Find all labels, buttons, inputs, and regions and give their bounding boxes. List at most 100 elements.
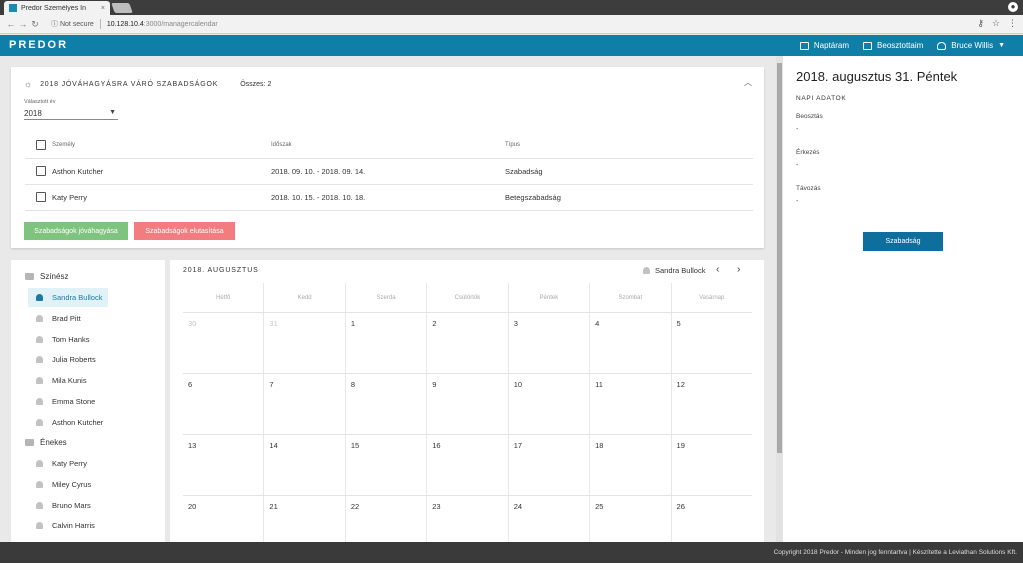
main-scrollbar[interactable] xyxy=(776,56,783,542)
logo[interactable]: PREDOR xyxy=(9,39,68,51)
cell-person: Asthon Kutcher xyxy=(52,158,271,185)
tab-close-icon[interactable]: × xyxy=(101,5,105,12)
calendar-week: 13 14 15 16 17 18 19 xyxy=(183,435,752,496)
day-cell[interactable]: 5 xyxy=(672,313,752,373)
day-cell[interactable]: 30 xyxy=(183,313,265,373)
nav-my-calendar[interactable]: Naptáram xyxy=(799,41,849,50)
day-cell[interactable]: 23 xyxy=(427,496,509,542)
org-chart-icon xyxy=(863,41,873,50)
day-cell[interactable]: 18 xyxy=(590,435,672,495)
chevron-up-icon[interactable]: ︿ xyxy=(744,77,752,88)
day-cell[interactable]: 21 xyxy=(264,496,346,542)
year-select-label: Választott év xyxy=(24,99,56,105)
person-icon xyxy=(36,315,43,322)
day-cell[interactable]: 1 xyxy=(346,313,428,373)
member-item[interactable]: Miley Cyrus xyxy=(28,475,108,494)
person-icon xyxy=(36,398,43,405)
field-value: - xyxy=(796,162,799,169)
member-item[interactable]: Mila Kunis xyxy=(28,371,108,390)
field-value: - xyxy=(796,126,799,133)
new-tab-button[interactable] xyxy=(111,3,133,13)
day-cell[interactable]: 31 xyxy=(264,313,346,373)
calendar-week: 30 31 1 2 3 4 5 xyxy=(183,313,752,374)
day-cell[interactable]: 3 xyxy=(509,313,591,373)
reject-leaves-button[interactable]: Szabadságok elutasítása xyxy=(134,222,235,240)
day-cell[interactable]: 10 xyxy=(509,374,591,434)
day-cell[interactable]: 8 xyxy=(346,374,428,434)
browser-tab-bar: Predor Személyes In × ● xyxy=(0,0,1023,15)
reload-icon[interactable]: ↻ xyxy=(29,19,41,30)
day-cell[interactable]: 17 xyxy=(509,435,591,495)
pending-table: Személy Időszak Típus Asthon Kutcher 201… xyxy=(25,133,753,211)
nav-subordinates[interactable]: Beosztottaim xyxy=(863,41,923,50)
day-cell[interactable]: 6 xyxy=(183,374,265,434)
column-header: Személy xyxy=(52,133,271,159)
column-header: Időszak xyxy=(271,133,505,159)
scrollbar-thumb[interactable] xyxy=(777,63,782,453)
member-item[interactable]: Tom Hanks xyxy=(28,330,108,349)
day-cell[interactable]: 16 xyxy=(427,435,509,495)
back-icon[interactable]: ← xyxy=(5,19,17,29)
total-count: Összes: 2 xyxy=(240,80,272,88)
day-cell[interactable]: 9 xyxy=(427,374,509,434)
day-cell[interactable]: 2 xyxy=(427,313,509,373)
member-item[interactable]: Calvin Harris xyxy=(28,516,108,535)
header-nav: Naptáram Beosztottaim Bruce Willis ▼ xyxy=(799,35,1005,56)
select-all-checkbox[interactable] xyxy=(36,140,46,151)
member-item[interactable]: Brad Pitt xyxy=(28,309,108,328)
day-cell[interactable]: 25 xyxy=(590,496,672,542)
day-cell[interactable]: 13 xyxy=(183,435,265,495)
month-calendar: 2018. AUGUSZTUS Sandra Bullock ‹ › Hétfő… xyxy=(170,260,764,542)
key-icon[interactable]: ⚷ xyxy=(977,18,984,29)
profile-icon[interactable]: ● xyxy=(1008,2,1018,12)
member-item[interactable]: Asthon Kutcher xyxy=(28,413,108,432)
address-actions: ⚷ ☆ ⋮ xyxy=(977,18,1017,29)
next-month-button[interactable]: › xyxy=(737,264,740,275)
day-cell[interactable]: 24 xyxy=(509,496,591,542)
day-cell[interactable]: 7 xyxy=(264,374,346,434)
day-cell[interactable]: 4 xyxy=(590,313,672,373)
group-actors[interactable]: Színész xyxy=(25,272,68,281)
day-cell[interactable]: 22 xyxy=(346,496,428,542)
row-checkbox[interactable] xyxy=(36,192,46,202)
day-cell[interactable]: 14 xyxy=(264,435,346,495)
approve-leaves-button[interactable]: Szabadságok jóváhagyása xyxy=(24,222,128,240)
request-leave-button[interactable]: Szabadság xyxy=(863,232,943,251)
day-cell[interactable]: 26 xyxy=(672,496,752,542)
url-field[interactable]: 10.128.10.4:3000/managercalendar xyxy=(107,21,218,28)
day-details-panel: 2018. augusztus 31. Péntek NAPI ADATOK B… xyxy=(783,56,1023,542)
star-icon[interactable]: ☆ xyxy=(992,18,1000,29)
weekday-label: Vasárnap xyxy=(699,295,725,301)
day-cell[interactable]: 12 xyxy=(672,374,752,434)
cell-period: 2018. 10. 15. - 2018. 10. 18. xyxy=(271,184,505,211)
browser-tab[interactable]: Predor Személyes In × xyxy=(4,1,110,15)
row-checkbox[interactable] xyxy=(36,166,46,176)
member-item[interactable]: Bruno Mars xyxy=(28,496,108,515)
member-item[interactable]: Katy Perry xyxy=(28,454,108,473)
cell-type: Betegszabadság xyxy=(505,184,753,211)
cell-period: 2018. 09. 10. - 2018. 09. 14. xyxy=(271,158,505,185)
person-icon xyxy=(36,419,43,426)
menu-icon[interactable]: ⋮ xyxy=(1008,18,1017,29)
user-menu[interactable]: Bruce Willis ▼ xyxy=(937,41,1005,50)
field-label: Távozás xyxy=(796,185,821,192)
selected-date: 2018. augusztus 31. Péntek xyxy=(796,69,958,84)
day-cell[interactable]: 11 xyxy=(590,374,672,434)
member-item[interactable]: Julia Roberts xyxy=(28,350,108,369)
card-title: ☼ 2018 JÓVÁHAGYÁSRA VÁRÓ SZABADSÁGOK Öss… xyxy=(24,79,272,89)
field-label: Érkezés xyxy=(796,149,820,156)
day-cell[interactable]: 19 xyxy=(672,435,752,495)
day-cell[interactable]: 15 xyxy=(346,435,428,495)
security-indicator[interactable]: ⓘ Not secure xyxy=(51,19,94,29)
day-cell[interactable]: 20 xyxy=(183,496,265,542)
forward-icon[interactable]: → xyxy=(17,19,29,29)
member-item[interactable]: Emma Stone xyxy=(28,392,108,411)
group-singers[interactable]: Énekes xyxy=(25,438,67,447)
prev-month-button[interactable]: ‹ xyxy=(716,264,719,275)
weekday-label: Csütörtök xyxy=(427,283,509,312)
footer: Copyright 2018 Predor - Minden jog fennt… xyxy=(0,542,1023,563)
favicon-icon xyxy=(9,4,17,12)
year-select[interactable]: 2018 ▼ xyxy=(24,107,118,120)
weekday-label: Hétfő xyxy=(183,283,265,312)
member-item[interactable]: Sandra Bullock xyxy=(28,288,108,307)
